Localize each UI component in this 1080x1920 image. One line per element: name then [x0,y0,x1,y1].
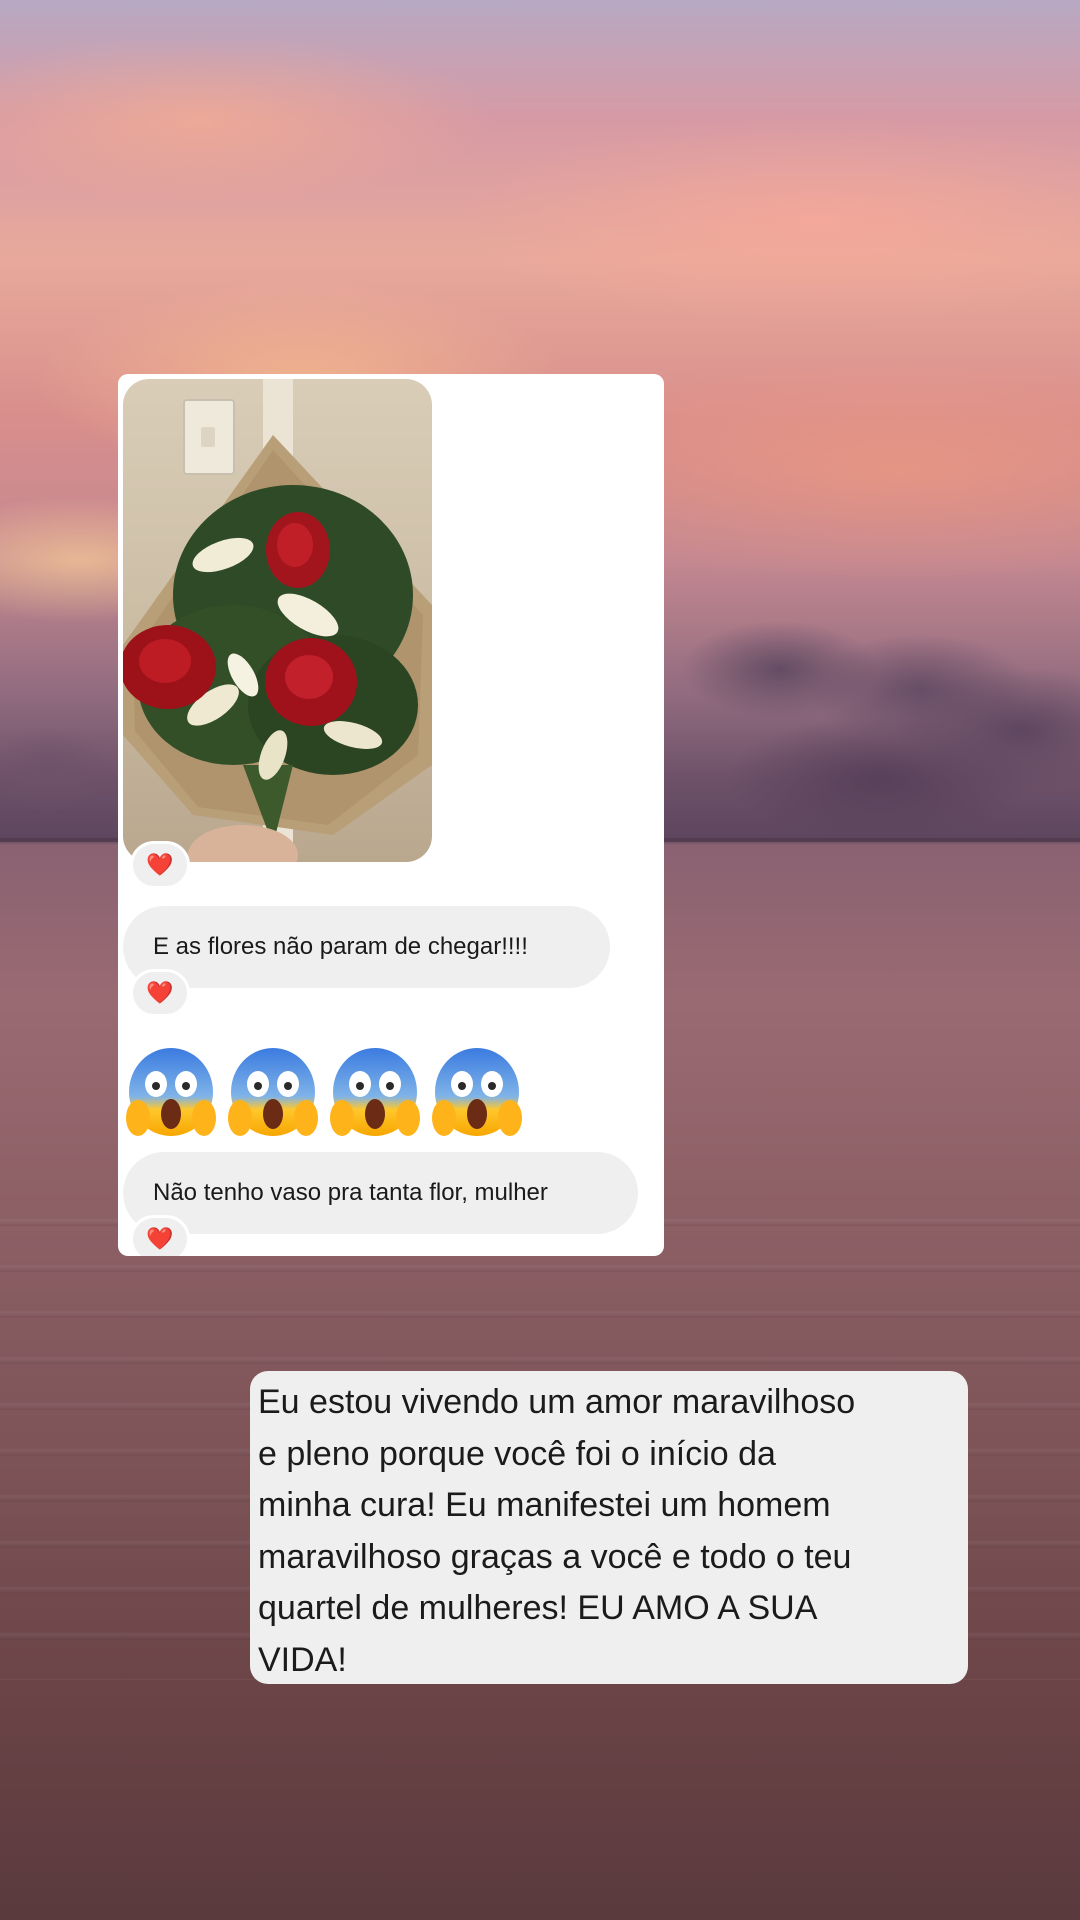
screaming-face-emoji [330,1048,420,1136]
screaming-face-emoji [432,1048,522,1136]
story-caption: Eu estou vivendo um amor maravilhoso e p… [250,1371,968,1684]
message-text: E as flores não param de chegar!!!! [153,933,528,960]
message-bubble[interactable]: Não tenho vaso pra tanta flor, mulher [123,1152,638,1234]
heart-icon: ❤️ [146,1226,174,1251]
chat-screenshot: ❤️ E as flores não param de chegar!!!! ❤… [118,374,664,1256]
message-text: Não tenho vaso pra tanta flor, mulher [153,1179,548,1206]
screaming-face-emoji [126,1048,216,1136]
emoji-message[interactable] [126,1046,522,1146]
heart-reaction[interactable]: ❤️ [130,841,190,889]
heart-reaction[interactable]: ❤️ [130,969,190,1017]
bouquet-image [123,435,432,862]
bouquet-photo[interactable] [123,379,432,862]
message-bubble[interactable]: E as flores não param de chegar!!!! [123,906,610,988]
heart-reaction[interactable]: ❤️ [130,1215,190,1256]
dark-clouds [660,560,1080,840]
screaming-face-emoji [228,1048,318,1136]
heart-icon: ❤️ [146,980,174,1005]
heart-icon: ❤️ [146,852,174,877]
